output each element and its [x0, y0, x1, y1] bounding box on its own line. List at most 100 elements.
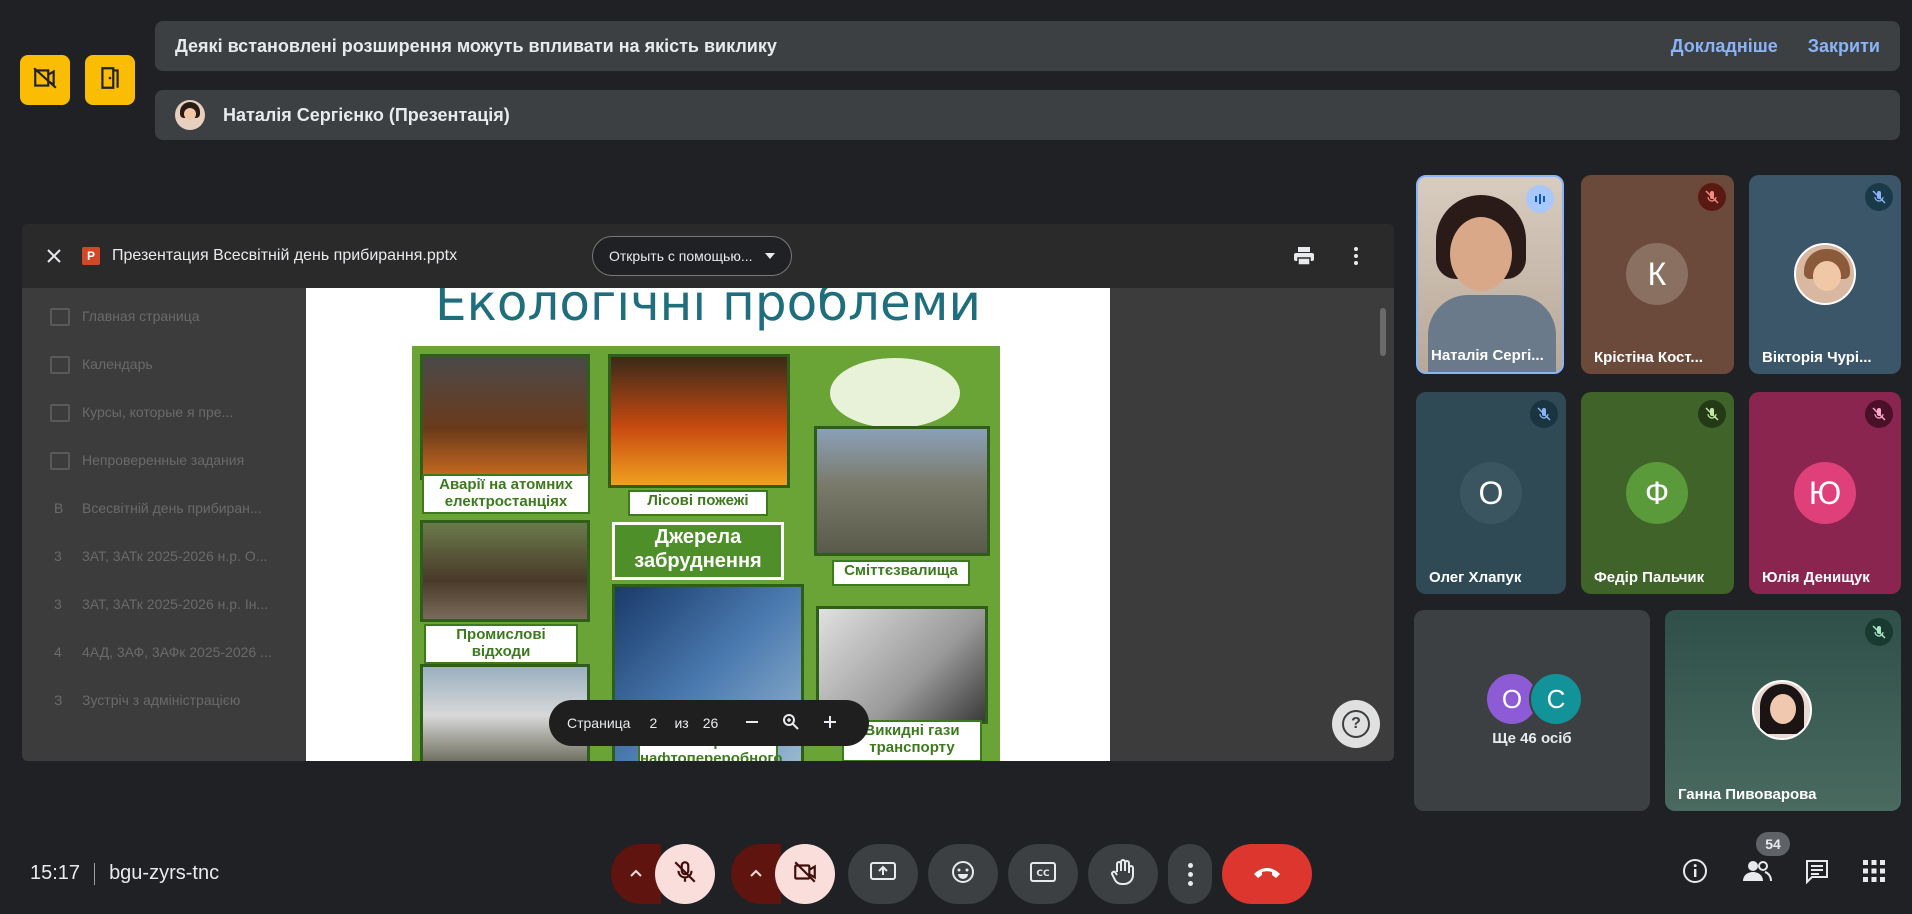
page-number-input[interactable]: 2 — [644, 715, 662, 731]
caption-sources: Джерела забруднення — [612, 522, 784, 580]
hand-icon — [1110, 858, 1136, 891]
speaking-indicator-icon — [1526, 185, 1554, 213]
caret-down-icon — [764, 253, 775, 259]
chat-icon — [1804, 858, 1830, 889]
participant-tile[interactable]: Вікторія Чурі... — [1749, 175, 1901, 374]
caption-landfill: Сміттєзвалища — [832, 560, 970, 586]
close-banner-link[interactable]: Закрити — [1808, 36, 1880, 57]
svg-text:CC: CC — [1036, 869, 1050, 879]
captions-button[interactable]: CC — [1008, 844, 1078, 904]
photo-industrial-waste — [420, 520, 590, 622]
participant-name: Ганна Пивоварова — [1678, 786, 1817, 803]
dot — [1187, 871, 1193, 877]
participant-tile[interactable]: Ю Юлія Денищук — [1749, 392, 1901, 594]
people-icon — [1742, 859, 1772, 888]
participant-name: Федір Пальчик — [1594, 569, 1705, 586]
ghost-menu-item: 4АД, 3АФ, 3АФк 2025-2026 ... — [82, 644, 272, 660]
presenting-layout-button[interactable] — [85, 55, 135, 105]
participant-tile[interactable]: К Крістіна Кост... — [1581, 175, 1734, 374]
hang-up-icon — [1252, 865, 1282, 884]
extensions-warning-banner: Деякі встановлені розширення можуть впли… — [155, 21, 1900, 71]
mic-off-icon — [1865, 183, 1893, 211]
leave-call-button[interactable] — [1222, 844, 1312, 904]
emoji-icon — [950, 859, 976, 890]
ghost-menu-item: Зустріч з адміністрацією — [82, 692, 241, 708]
ghost-number: 4 — [54, 644, 62, 660]
zoom-in-icon[interactable] — [822, 714, 838, 733]
divider — [94, 862, 96, 885]
help-icon: ? — [1342, 710, 1370, 738]
ghost-menu-item: Всесвітній день прибиран... — [82, 500, 262, 516]
slide-collage: Аварії на атомних електростанціях Лісові… — [412, 346, 1000, 761]
presenter-banner: Наталія Сергієнко (Презентація) — [155, 90, 1900, 140]
participant-tile[interactable]: Ф Федір Пальчик — [1581, 392, 1734, 594]
camera-control-group — [728, 844, 838, 904]
page-label: Страница — [567, 715, 631, 731]
chevron-up-icon — [749, 865, 763, 883]
people-count-badge: 54 — [1756, 832, 1790, 856]
mic-off-icon — [1698, 400, 1726, 428]
zoom-icon[interactable] — [782, 713, 800, 734]
caption-fires: Лісові пожежі — [628, 490, 768, 516]
present-screen-button[interactable] — [848, 844, 918, 904]
activities-button[interactable] — [1857, 856, 1891, 890]
ghost-menu-item: Главная страница — [82, 308, 200, 324]
open-with-button[interactable]: Открыть с помощью... — [592, 236, 792, 276]
ghost-menu-item: Курсы, которые я пре... — [82, 404, 234, 420]
participant-tile[interactable]: О Олег Хлапук — [1416, 392, 1566, 594]
home-icon — [50, 308, 70, 326]
warning-text: Деякі встановлені розширення можуть впли… — [175, 35, 777, 56]
meeting-info: 15:17 bgu-zyrs-tnc — [30, 862, 219, 885]
participant-tile[interactable]: Наталія Сергі... — [1416, 175, 1564, 374]
participant-photo-avatar — [1752, 680, 1812, 740]
participant-name: Олег Хлапук — [1429, 569, 1522, 586]
photo-forest-fire — [608, 354, 790, 488]
caption-nuclear: Аварії на атомних електростанціях — [422, 474, 590, 514]
help-button[interactable]: ? — [1332, 700, 1380, 748]
others-count-label: Ще 46 осіб — [1492, 730, 1572, 747]
ghost-number: З — [54, 692, 63, 708]
people-button[interactable] — [1740, 856, 1774, 890]
ghost-menu-item: Календарь — [82, 356, 153, 372]
mic-control-group — [608, 844, 718, 904]
ghost-menu-item: 3АТ, 3АТк 2025-2026 н.р. Ін... — [82, 596, 269, 612]
participant-name: Вікторія Чурі... — [1762, 349, 1872, 366]
dot — [1187, 880, 1193, 886]
more-options-icon[interactable] — [1344, 244, 1368, 268]
others-avatar: С — [1529, 672, 1583, 726]
close-icon[interactable] — [42, 244, 66, 268]
viewer-toolbar: P Презентация Всесвітній день прибирання… — [22, 224, 1394, 288]
info-icon — [1682, 858, 1708, 889]
closed-captions-icon: CC — [1029, 861, 1057, 888]
more-options-button[interactable] — [1168, 844, 1212, 904]
camera-toggle-button[interactable] — [775, 844, 835, 904]
raise-hand-button[interactable] — [1088, 844, 1158, 904]
camera-options-button[interactable] — [731, 844, 781, 904]
file-name: Презентация Всесвітній день прибирання.p… — [112, 247, 458, 264]
mic-toggle-button[interactable] — [655, 844, 715, 904]
others-tile[interactable]: О С Ще 46 осіб — [1414, 610, 1650, 811]
page-total: 26 — [702, 715, 719, 731]
mic-options-button[interactable] — [611, 844, 661, 904]
mic-off-icon — [672, 859, 698, 890]
meeting-details-button[interactable] — [1678, 856, 1712, 890]
participant-tile[interactable]: Ганна Пивоварова — [1665, 610, 1901, 811]
participant-name: Наталія Сергі... — [1431, 347, 1544, 364]
mic-off-icon — [1698, 183, 1726, 211]
photo-landfill — [814, 426, 990, 556]
learn-more-link[interactable]: Докладніше — [1671, 36, 1778, 57]
viewer-scrollbar[interactable] — [1380, 308, 1386, 356]
chat-button[interactable] — [1800, 856, 1834, 890]
participant-avatar: О — [1460, 462, 1522, 524]
file-viewer: Главная страница Календарь Курсы, которы… — [22, 224, 1394, 761]
photo-nuclear — [420, 354, 590, 480]
caption-industrial: Промислові відходи — [424, 624, 578, 664]
slide-title: Екологічні проблеми — [435, 288, 981, 332]
print-icon[interactable] — [1292, 244, 1316, 268]
no-video-feed-button[interactable] — [20, 55, 70, 105]
powerpoint-icon: P — [82, 247, 100, 265]
participant-avatar: Ю — [1794, 462, 1856, 524]
chevron-up-icon — [629, 865, 643, 883]
zoom-out-icon[interactable] — [744, 714, 760, 733]
reactions-button[interactable] — [928, 844, 998, 904]
